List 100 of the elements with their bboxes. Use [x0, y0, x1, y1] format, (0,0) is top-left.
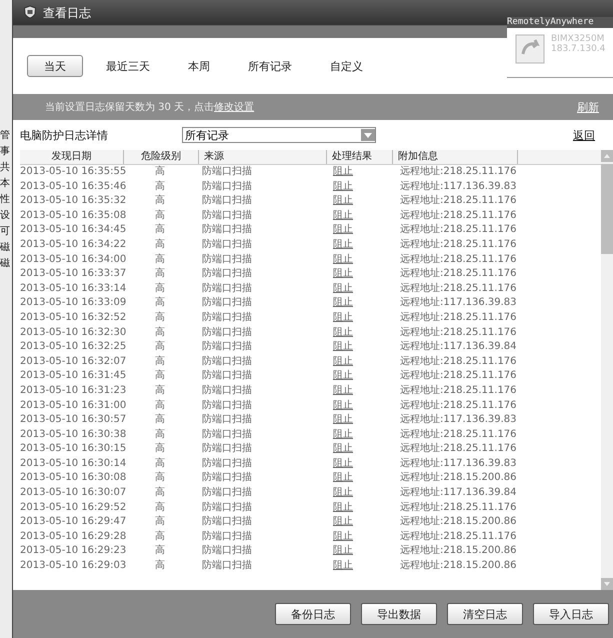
date-cell-text: 2013-05-10 16:35:08 — [20, 208, 123, 223]
column-header[interactable]: 发现日期 — [20, 150, 124, 164]
level-cell-text: 高 — [154, 530, 166, 544]
background-text: 管 — [0, 130, 11, 142]
source-cell-text: 防端口扫描 — [201, 442, 253, 456]
level-cell-text: 高 — [154, 194, 166, 208]
source-cell-text: 防端口扫描 — [201, 544, 253, 558]
info-cell-text: 远程地址:218.25.11.176 — [399, 442, 516, 456]
info-cell-text: 远程地址:218.25.11.176 — [399, 165, 516, 179]
level-cell-text: 高 — [154, 165, 166, 179]
action-button[interactable]: 导入日志 — [533, 603, 609, 625]
info-cell-text: 远程地址:218.25.11.176 — [399, 194, 516, 208]
background-text: 可 — [0, 226, 11, 238]
background-text: 磁 — [0, 258, 11, 270]
date-cell-text: 2013-05-10 16:34:22 — [20, 238, 123, 252]
scroll-thumb[interactable] — [601, 164, 613, 254]
level-cell-text: 高 — [154, 398, 166, 412]
info-cell-text: 远程地址:218.15.200.86 — [399, 471, 516, 486]
date-cell-text: 2013-05-10 16:30:15 — [20, 442, 123, 456]
level-cell-text: 高 — [154, 515, 166, 530]
date-cell-text: 2013-05-10 16:33:09 — [20, 296, 123, 310]
source-cell-text: 防端口扫描 — [201, 486, 253, 500]
date-cell-text: 2013-05-10 16:34:45 — [20, 223, 123, 238]
retention-notice: 当前设置日志保留天数为 30 天，点击修改设置 — [45, 100, 254, 114]
overlay-title: RemotelyAnywhere — [507, 17, 613, 28]
info-cell-text: 远程地址:218.25.11.176 — [399, 252, 516, 267]
info-cell-text: 远程地址:117.136.39.83 — [399, 180, 516, 194]
result-cell-text: 阻止 — [332, 500, 354, 515]
info-cell-text: 远程地址:218.15.200.86 — [399, 515, 516, 530]
date-cell-text: 2013-05-10 16:31:45 — [20, 369, 123, 384]
result-cell-text: 阻止 — [332, 326, 354, 340]
column-header[interactable]: 附加信息 — [393, 150, 518, 164]
scroll-down-icon[interactable] — [601, 578, 613, 590]
result-cell-text: 阻止 — [332, 238, 354, 252]
result-cell-text: 阻止 — [332, 354, 354, 369]
info-cell-text: 远程地址:117.136.39.84 — [399, 340, 516, 354]
tab[interactable]: 本周 — [173, 55, 225, 77]
column-header[interactable]: 处理结果 — [327, 150, 393, 164]
info-cell-text: 远程地址:218.25.11.176 — [399, 326, 516, 340]
info-cell-text: 远程地址:117.136.39.83 — [399, 456, 516, 471]
action-button[interactable]: 导出数据 — [361, 603, 437, 625]
info-cell-text: 远程地址:117.136.39.83 — [399, 296, 516, 310]
source-cell-text: 防端口扫描 — [201, 456, 253, 471]
source-cell-text: 防端口扫描 — [201, 223, 253, 238]
info-cell-text: 远程地址:218.25.11.176 — [399, 354, 516, 369]
source-cell-text: 防端口扫描 — [201, 413, 253, 428]
info-cell-text: 远程地址:218.25.11.176 — [399, 267, 516, 282]
host-address: 183.7.130.4 — [551, 44, 606, 54]
source-cell-text: 防端口扫描 — [201, 296, 253, 310]
action-button[interactable]: 清空日志 — [447, 603, 523, 625]
level-cell-text: 高 — [154, 238, 166, 252]
date-cell-text: 2013-05-10 16:30:57 — [20, 413, 123, 428]
result-cell-text: 阻止 — [332, 398, 354, 412]
back-link[interactable]: 返回 — [573, 128, 595, 142]
source-cell-text: 防端口扫描 — [201, 398, 253, 412]
source-cell-text: 防端口扫描 — [201, 165, 253, 179]
level-cell-text: 高 — [154, 340, 166, 354]
info-cell-text: 远程地址:218.25.11.176 — [399, 530, 516, 544]
source-cell-text: 防端口扫描 — [201, 530, 253, 544]
source-cell-text: 防端口扫描 — [201, 559, 253, 574]
scrollbar[interactable] — [601, 150, 613, 590]
background-text: 本 — [0, 178, 11, 190]
date-cell-text: 2013-05-10 16:29:23 — [20, 544, 123, 558]
result-cell-text: 阻止 — [332, 296, 354, 310]
column-header[interactable]: 来源 — [199, 150, 327, 164]
level-cell-text: 高 — [154, 486, 166, 500]
result-cell-text: 阻止 — [332, 442, 354, 456]
column-header[interactable]: 危险级别 — [124, 150, 199, 164]
date-cell-text: 2013-05-10 16:30:07 — [20, 486, 123, 500]
source-cell-text: 防端口扫描 — [201, 194, 253, 208]
tab[interactable]: 所有记录 — [233, 55, 307, 77]
source-cell-text: 防端口扫描 — [201, 515, 253, 530]
level-cell-text: 高 — [154, 223, 166, 238]
date-cell-text: 2013-05-10 16:29:03 — [20, 559, 123, 574]
tab[interactable]: 当天 — [27, 55, 83, 77]
info-cell-text: 远程地址:117.136.39.83 — [399, 413, 516, 428]
date-cell-text: 2013-05-10 16:31:00 — [20, 398, 123, 412]
filter-dropdown[interactable]: 所有记录 — [182, 127, 376, 143]
action-button[interactable]: 备份日志 — [275, 603, 351, 625]
tab[interactable]: 最近三天 — [91, 55, 165, 77]
scroll-up-icon[interactable] — [601, 150, 613, 162]
info-cell-text: 远程地址:218.25.11.176 — [399, 500, 516, 515]
info-cell-text: 远程地址:218.15.200.86 — [399, 544, 516, 558]
result-cell-text: 阻止 — [332, 252, 354, 267]
date-cell-text: 2013-05-10 16:29:52 — [20, 500, 123, 515]
date-cell-text: 2013-05-10 16:32:07 — [20, 354, 123, 369]
tab[interactable]: 自定义 — [315, 55, 378, 77]
info-cell-text: 远程地址:218.25.11.176 — [399, 208, 516, 223]
level-cell-text: 高 — [154, 559, 166, 574]
result-cell-text: 阻止 — [332, 456, 354, 471]
background-text: 设 — [0, 210, 11, 222]
info-cell-text: 远程地址:218.15.200.86 — [399, 559, 516, 574]
level-cell-text: 高 — [154, 354, 166, 369]
result-cell-text: 阻止 — [332, 486, 354, 500]
date-cell-text: 2013-05-10 16:35:32 — [20, 194, 123, 208]
info-cell-text: 远程地址:218.25.11.176 — [399, 384, 516, 398]
background-text: 事 — [0, 146, 11, 158]
level-cell-text: 高 — [154, 428, 166, 442]
window-title: 查看日志 — [43, 5, 91, 22]
result-cell-text: 阻止 — [332, 310, 354, 325]
